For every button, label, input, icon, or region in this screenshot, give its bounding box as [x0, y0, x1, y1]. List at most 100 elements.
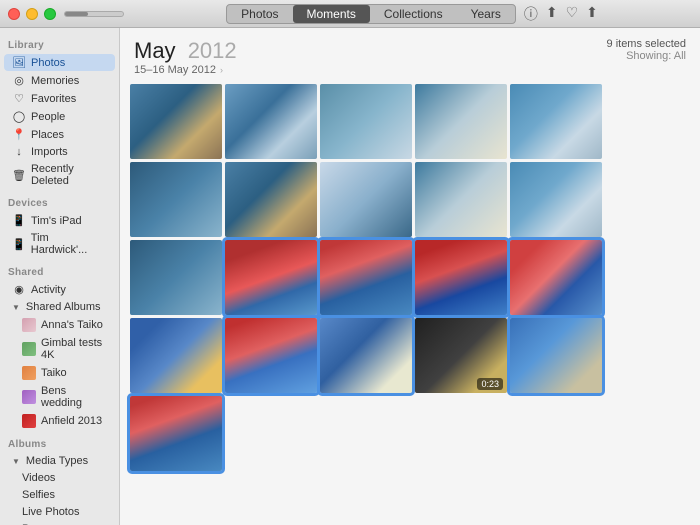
- tab-years[interactable]: Years: [457, 5, 515, 23]
- photo-thumb[interactable]: [130, 162, 222, 237]
- sidebar-item-places[interactable]: 📍 Places: [4, 126, 115, 143]
- sidebar-item-panoramas[interactable]: Panoramas: [4, 521, 115, 525]
- sidebar-item-media-types[interactable]: ▼ Media Types: [4, 453, 115, 469]
- library-section-label: Library: [0, 32, 119, 53]
- chevron-down-icon: ▼: [12, 303, 20, 312]
- photo-thumb[interactable]: [510, 84, 602, 159]
- sidebar-item-label: Activity: [31, 284, 66, 296]
- heart-icon[interactable]: ♡: [566, 4, 579, 24]
- photo-thumb[interactable]: [415, 162, 507, 237]
- photo-thumb[interactable]: [130, 396, 222, 471]
- tab-collections[interactable]: Collections: [370, 5, 457, 23]
- photo-thumb[interactable]: [510, 318, 602, 393]
- share-icon[interactable]: ⬆: [546, 4, 558, 24]
- titlebar: Photos Moments Collections Years ⓘ ⬆ ♡ ⬆: [0, 0, 700, 28]
- sidebar-item-label: Imports: [31, 146, 68, 158]
- traffic-lights: [8, 8, 56, 20]
- photo-thumb[interactable]: [320, 162, 412, 237]
- rotate-icon[interactable]: ⬆: [586, 4, 598, 24]
- sidebar-item-imports[interactable]: ↓ Imports: [4, 144, 115, 160]
- sidebar-item-photos[interactable]: 🖼 Photos: [4, 54, 115, 71]
- showing-label: Showing: All: [607, 50, 686, 62]
- info-icon[interactable]: ⓘ: [524, 4, 538, 24]
- photo-thumb[interactable]: [320, 318, 412, 393]
- sidebar-item-label: Anna's Taiko: [41, 319, 103, 331]
- sidebar-item-label: People: [31, 111, 65, 123]
- photo-grid-container[interactable]: 0:23: [120, 80, 700, 525]
- photo-thumb[interactable]: [510, 162, 602, 237]
- ipad-icon: 📱: [12, 214, 26, 227]
- content-header: May 2012 15–16 May 2012 › 9 items select…: [120, 28, 700, 80]
- sidebar-item-label: Gimbal tests 4K: [41, 337, 107, 361]
- shared-section-label: Shared: [0, 259, 119, 280]
- sidebar-item-bens-wedding[interactable]: Bens wedding: [4, 383, 115, 411]
- imports-icon: ↓: [12, 146, 26, 158]
- sidebar-item-taiko[interactable]: Taiko: [4, 364, 115, 382]
- photo-grid: 0:23: [130, 84, 690, 471]
- tab-moments[interactable]: Moments: [293, 5, 370, 23]
- photo-thumb[interactable]: [130, 318, 222, 393]
- photo-thumb[interactable]: [130, 84, 222, 159]
- sidebar-item-recently-deleted[interactable]: 🗑 Recently Deleted: [4, 161, 115, 189]
- progress-bar: [64, 11, 124, 17]
- places-icon: 📍: [12, 128, 26, 141]
- sidebar-item-label: Shared Albums: [26, 301, 101, 313]
- sidebar-item-selfies[interactable]: Selfies: [4, 487, 115, 503]
- duration-badge: 0:23: [477, 378, 503, 390]
- album-thumb: [22, 366, 36, 380]
- album-thumb: [22, 390, 36, 404]
- photo-thumb[interactable]: [225, 318, 317, 393]
- activity-icon: ◉: [12, 283, 26, 296]
- photo-thumb[interactable]: [320, 84, 412, 159]
- chevron-down-icon: ▼: [12, 457, 20, 466]
- minimize-button[interactable]: [26, 8, 38, 20]
- photos-icon: 🖼: [12, 56, 26, 69]
- photo-thumb[interactable]: 0:23: [415, 318, 507, 393]
- sidebar-item-label: Live Photos: [22, 506, 79, 518]
- photo-thumb[interactable]: [415, 240, 507, 315]
- content-area: May 2012 15–16 May 2012 › 9 items select…: [120, 28, 700, 525]
- album-thumb: [22, 414, 36, 428]
- sidebar-item-tims-ipad[interactable]: 📱 Tim's iPad: [4, 212, 115, 229]
- sidebar-item-people[interactable]: ◯ People: [4, 108, 115, 125]
- photo-thumb[interactable]: [320, 240, 412, 315]
- date-range: 15–16 May 2012: [134, 64, 216, 76]
- sidebar-item-label: Bens wedding: [41, 385, 107, 409]
- year-label: 2012: [188, 38, 237, 63]
- sidebar-item-favorites[interactable]: ♡ Favorites: [4, 90, 115, 107]
- content-title: May 2012: [134, 38, 237, 64]
- sidebar-item-label: Favorites: [31, 93, 76, 105]
- photo-thumb[interactable]: [225, 84, 317, 159]
- close-button[interactable]: [8, 8, 20, 20]
- sidebar-item-activity[interactable]: ◉ Activity: [4, 281, 115, 298]
- sidebar-item-memories[interactable]: ◎ Memories: [4, 72, 115, 89]
- chevron-right-icon: ›: [220, 65, 223, 75]
- photo-thumb[interactable]: [225, 240, 317, 315]
- trash-icon: 🗑: [12, 169, 26, 182]
- sidebar-item-label: Tim's iPad: [31, 215, 82, 227]
- sidebar-item-live-photos[interactable]: Live Photos: [4, 504, 115, 520]
- photo-thumb[interactable]: [130, 240, 222, 315]
- sidebar-item-anfield-2013[interactable]: Anfield 2013: [4, 412, 115, 430]
- sidebar-item-label: Anfield 2013: [41, 415, 102, 427]
- sidebar: Library 🖼 Photos ◎ Memories ♡ Favorites …: [0, 28, 120, 525]
- titlebar-icons: ⓘ ⬆ ♡ ⬆: [524, 4, 598, 24]
- sidebar-item-shared-albums[interactable]: ▼ Shared Albums: [4, 299, 115, 315]
- sidebar-item-annas-taiko[interactable]: Anna's Taiko: [4, 316, 115, 334]
- sidebar-item-label: Memories: [31, 75, 79, 87]
- tab-photos[interactable]: Photos: [227, 5, 292, 23]
- maximize-button[interactable]: [44, 8, 56, 20]
- month-label: May: [134, 38, 176, 63]
- devices-section-label: Devices: [0, 190, 119, 211]
- memories-icon: ◎: [12, 74, 26, 87]
- photo-thumb[interactable]: [415, 84, 507, 159]
- selection-info: 9 items selected Showing: All: [607, 38, 686, 62]
- photo-thumb[interactable]: [225, 162, 317, 237]
- top-bar: May 2012 15–16 May 2012 › 9 items select…: [134, 38, 686, 76]
- photo-thumb[interactable]: [510, 240, 602, 315]
- sidebar-item-videos[interactable]: Videos: [4, 470, 115, 486]
- sidebar-item-tim-hardwick[interactable]: 📱 Tim Hardwick'...: [4, 230, 115, 258]
- album-thumb: [22, 342, 36, 356]
- sidebar-item-gimbal-tests[interactable]: Gimbal tests 4K: [4, 335, 115, 363]
- sidebar-item-label: Selfies: [22, 489, 55, 501]
